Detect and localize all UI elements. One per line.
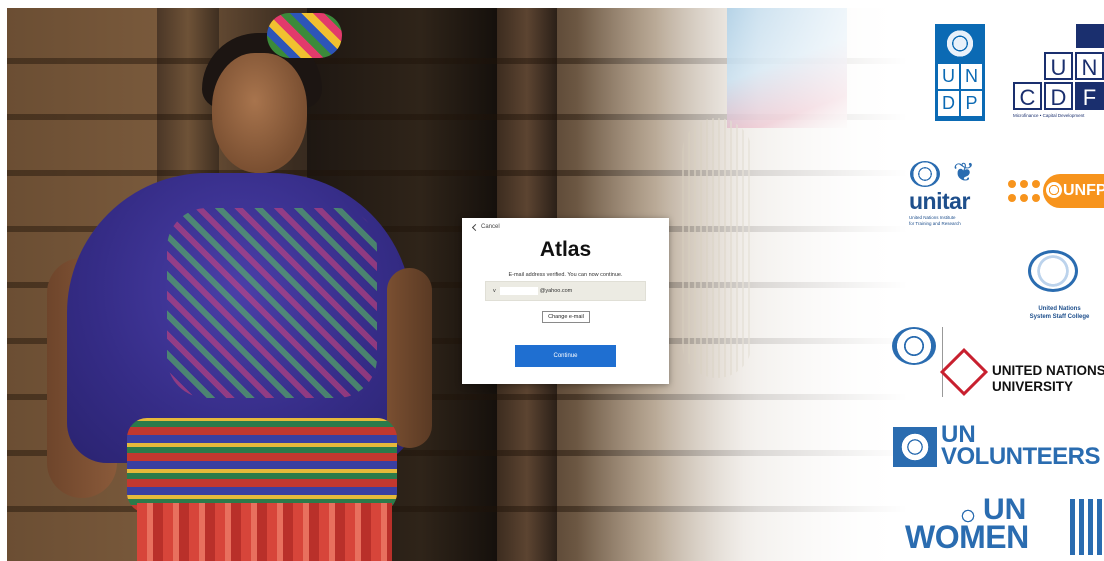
unu-logo: UNITED NATIONS UNIVERSITY [892,325,1104,400]
un-emblem-icon [892,327,936,365]
email-field[interactable]: v @yahoo.com [485,281,646,301]
unfpa-logo: UNFPA [1008,174,1104,224]
un-emblem-icon [1076,24,1104,48]
dot-icon [1008,180,1016,188]
email-domain: @yahoo.com [539,288,573,294]
un-emblem-icon [943,30,977,57]
chevron-left-icon [471,223,480,231]
logo-letter: U [938,64,959,89]
un-emblem-icon [910,161,940,187]
cancel-link[interactable]: Cancel [471,223,500,231]
change-email-button[interactable]: Change e-mail [542,311,590,323]
unfpa-dots [1008,180,1040,202]
logo-letter: P [961,91,982,116]
unwomen-line: WOMEN [905,519,1029,555]
unu-line: UNITED NATIONS [992,363,1104,378]
unv-line: VOLUNTEERS [941,443,1101,470]
photo-face [212,53,307,173]
unv-logo: UN VOLUNTEERS [893,421,1104,475]
photo-woman [27,8,432,561]
redaction-box [499,286,538,295]
logo-letter: C [1013,82,1042,110]
unv-emblem-box [893,427,937,467]
login-card: Cancel Atlas E-mail address verified. Yo… [462,218,669,384]
photo-arm [387,268,432,448]
status-message: E-mail address verified. You can now con… [508,272,623,278]
unitar-name: unitar [909,188,970,214]
logo-letter: D [938,91,959,116]
logo-letter: U [1044,52,1073,80]
unssc-logo: United Nations System Staff College [1015,250,1104,330]
undp-letters: U N D P [938,64,982,116]
email-prefix: v [493,288,496,294]
photo-headband [267,13,342,58]
uncdf-letters: U N C D F [1013,52,1104,110]
bird-icon: ❦ [953,157,975,187]
cancel-label: Cancel [481,224,500,230]
un-emblem-icon [1028,250,1078,292]
dot-icon [1020,194,1028,202]
photo-woven-belt [127,418,397,513]
undp-logo: U N D P [935,24,985,121]
uncdf-logo: U N C D F Microfinance • Capital Develop… [1013,24,1104,124]
unssc-line: System Staff College [1029,314,1090,320]
divider [942,327,943,397]
app-title: Atlas [539,238,592,261]
unitar-logo: ❦ unitar United Nations Institute for Tr… [905,155,990,230]
dot-icon [1032,180,1040,188]
continue-button[interactable]: Continue [515,345,616,367]
unitar-subtitle: for Training and Research [909,221,961,226]
un-emblem-icon [1046,182,1062,198]
dot-icon [1008,194,1016,202]
logo-letter: D [1044,82,1073,110]
unssc-line: United Nations [1038,306,1081,312]
logo-letter: F [1075,82,1104,110]
photo-skirt [137,503,392,561]
photo-embroidery [167,208,377,398]
background-photo [7,8,907,561]
dot-icon [1032,194,1040,202]
logo-letter: N [1075,52,1104,80]
unwomen-logo: UN WOMEN [905,493,1104,561]
unitar-subtitle: United Nations Institute [909,215,956,220]
un-emblem-icon [899,431,931,463]
uncdf-tagline: Microfinance • Capital Development [1013,113,1085,118]
logo-spacer [1013,52,1042,80]
unwomen-symbol-icon [1070,499,1104,555]
unu-mark-icon [939,347,989,397]
logo-letter: N [961,64,982,89]
unu-line: UNIVERSITY [992,379,1074,394]
dot-icon [1020,180,1028,188]
